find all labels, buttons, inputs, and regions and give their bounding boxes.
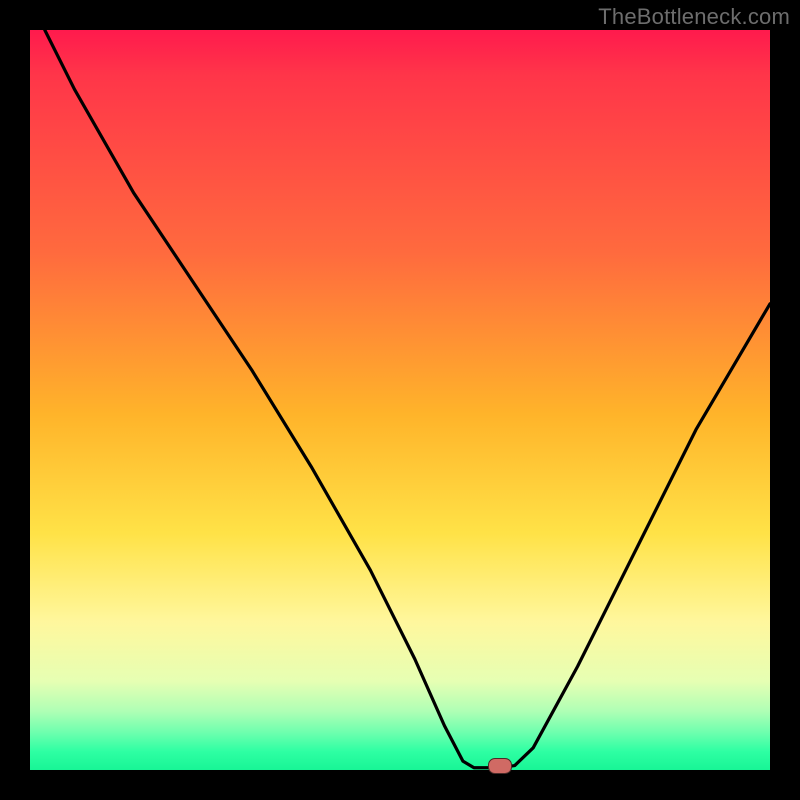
bottleneck-curve bbox=[30, 30, 770, 770]
watermark-text: TheBottleneck.com bbox=[598, 4, 790, 30]
chart-frame: TheBottleneck.com bbox=[0, 0, 800, 800]
plot-area bbox=[30, 30, 770, 770]
optimum-marker bbox=[488, 758, 512, 774]
